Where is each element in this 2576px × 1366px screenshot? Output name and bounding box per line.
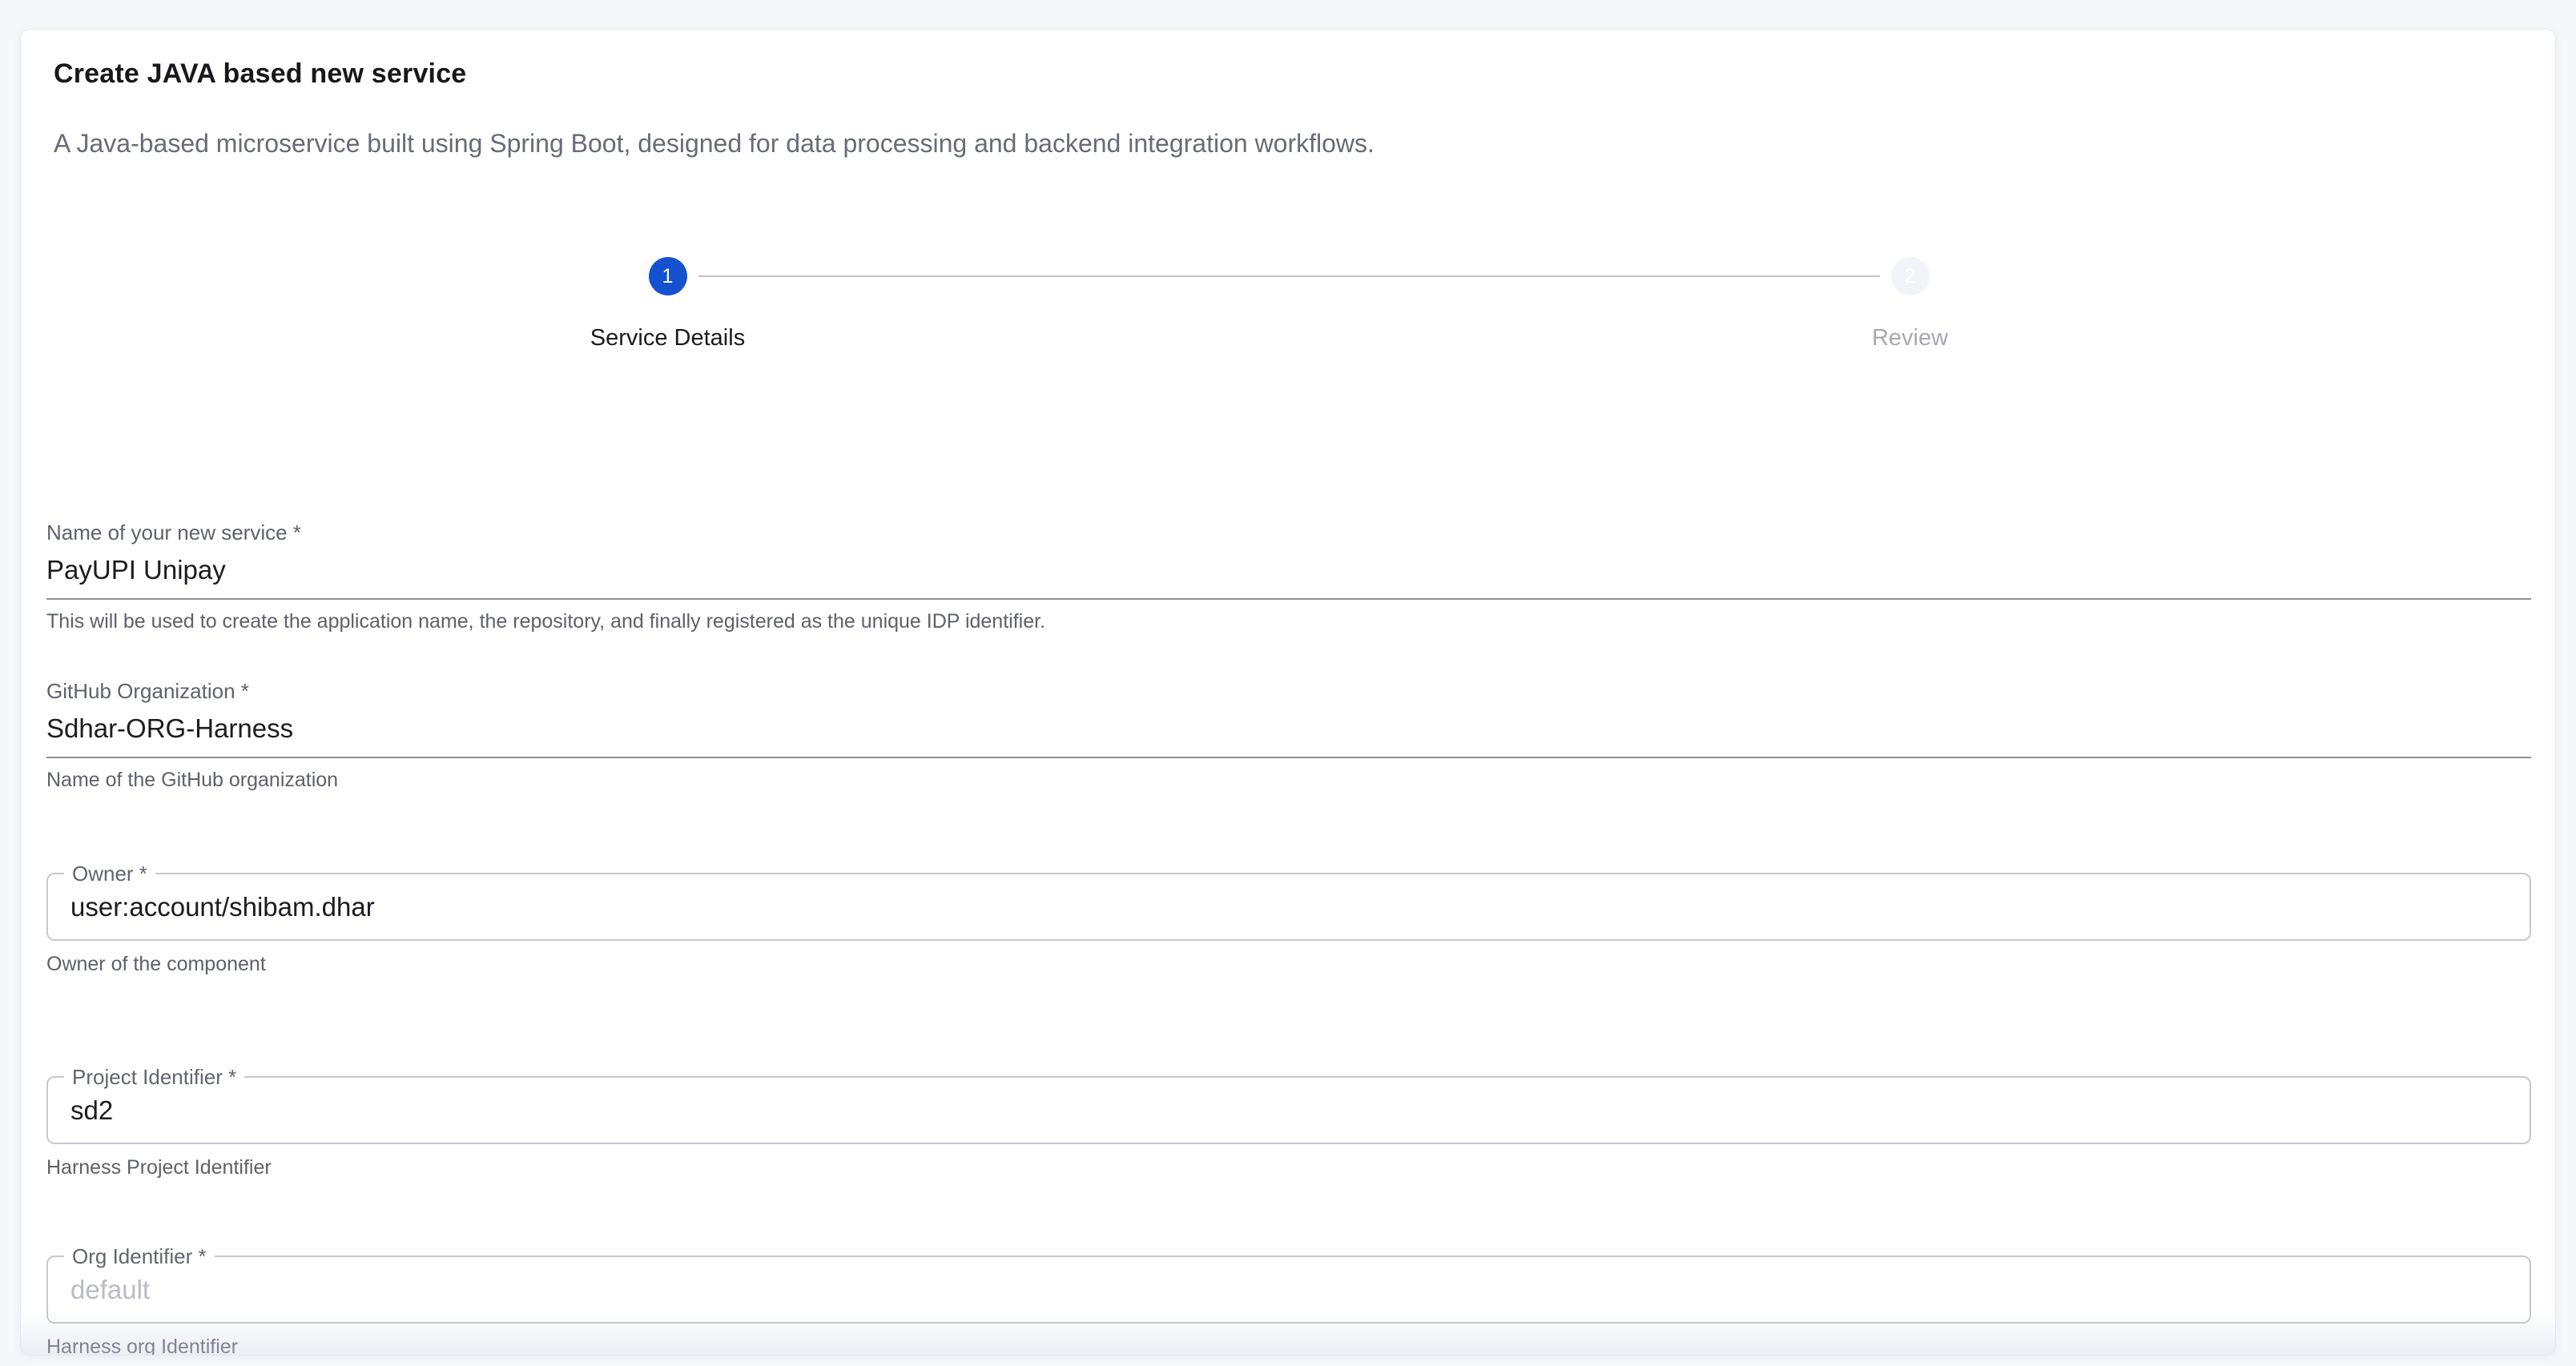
- org-identifier-input-box: Org Identifier *: [46, 1256, 2531, 1324]
- field-org-identifier: Org Identifier * Harness org Identifier: [46, 1256, 2531, 1355]
- step-2-label: Review: [1872, 326, 1948, 350]
- step-1-label: Service Details: [590, 326, 745, 350]
- step-connector-line: [698, 275, 1880, 277]
- page-description: A Java-based microservice built using Sp…: [54, 129, 2531, 158]
- github-org-input[interactable]: [46, 702, 2531, 758]
- service-name-input[interactable]: [46, 544, 2531, 600]
- service-name-helper: This will be used to create the applicat…: [46, 611, 2531, 633]
- field-project-identifier: Project Identifier * Harness Project Ide…: [46, 1076, 2531, 1179]
- project-identifier-input-box: Project Identifier *: [46, 1076, 2531, 1144]
- project-identifier-label: Project Identifier *: [64, 1067, 244, 1088]
- create-service-card: Create JAVA based new service A Java-bas…: [21, 30, 2555, 1355]
- field-owner: Owner * Owner of the component: [46, 873, 2531, 975]
- page-title: Create JAVA based new service: [54, 58, 2531, 89]
- owner-input[interactable]: [70, 892, 2507, 922]
- github-org-helper: Name of the GitHub organization: [46, 769, 2531, 791]
- owner-label: Owner *: [64, 863, 155, 885]
- field-github-org: GitHub Organization * Name of the GitHub…: [46, 681, 2531, 791]
- project-identifier-input[interactable]: [70, 1095, 2507, 1126]
- org-identifier-input[interactable]: [70, 1275, 2507, 1305]
- service-details-form: Name of your new service * This will be …: [46, 522, 2531, 1355]
- org-identifier-helper: Harness org Identifier: [46, 1336, 2531, 1355]
- step-1-badge: 1: [649, 257, 687, 295]
- owner-helper: Owner of the component: [46, 954, 2531, 975]
- wizard-stepper: 1 Service Details 2 Review: [46, 257, 2531, 350]
- project-identifier-helper: Harness Project Identifier: [46, 1157, 2531, 1179]
- org-identifier-label: Org Identifier *: [64, 1246, 215, 1268]
- step-service-details: 1 Service Details: [46, 257, 1289, 350]
- step-review: 2 Review: [1289, 257, 2531, 350]
- field-service-name: Name of your new service * This will be …: [46, 522, 2531, 633]
- owner-input-box: Owner *: [46, 873, 2531, 941]
- step-2-badge: 2: [1891, 257, 1930, 295]
- service-name-label: Name of your new service *: [46, 522, 2531, 544]
- github-org-label: GitHub Organization *: [46, 681, 2531, 702]
